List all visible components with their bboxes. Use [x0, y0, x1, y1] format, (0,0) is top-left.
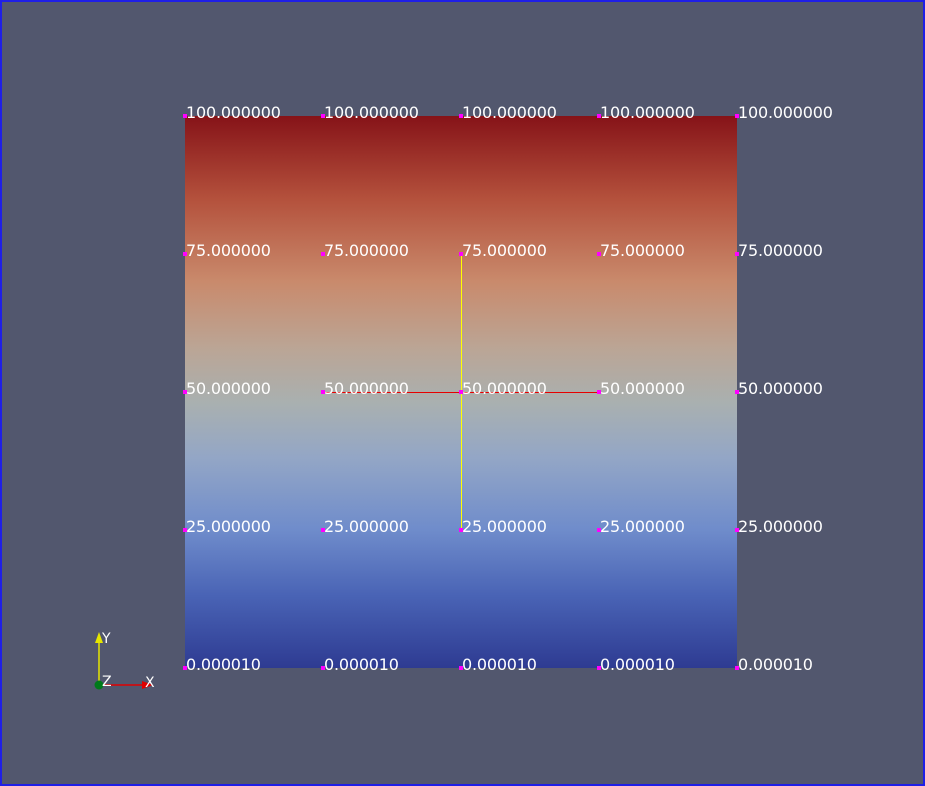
node-value-label: 75.000000 — [324, 241, 409, 260]
node-value-label: 75.000000 — [738, 241, 823, 260]
node-value-label: 100.000000 — [186, 103, 281, 122]
node-value-label: 0.000010 — [600, 655, 675, 674]
node-value-label: 0.000010 — [186, 655, 261, 674]
axis-z-label: Z — [102, 674, 112, 690]
node-value-label: 25.000000 — [186, 517, 271, 536]
node-value-label: 100.000000 — [738, 103, 833, 122]
node-value-label: 25.000000 — [738, 517, 823, 536]
node-value-label: 50.000000 — [462, 379, 547, 398]
node-value-label: 25.000000 — [324, 517, 409, 536]
node-value-label: 100.000000 — [462, 103, 557, 122]
node-value-label: 50.000000 — [600, 379, 685, 398]
node-value-label: 25.000000 — [462, 517, 547, 536]
render-viewport[interactable]: 100.000000 100.000000 100.000000 100.000000… — [0, 0, 925, 786]
node-value-label: 75.000000 — [186, 241, 271, 260]
node-value-label: 25.000000 — [600, 517, 685, 536]
axis-y-label: Y — [102, 631, 111, 647]
node-value-label: 0.000010 — [738, 655, 813, 674]
axis-x-label: X — [145, 675, 155, 691]
node-value-label: 100.000000 — [324, 103, 419, 122]
node-value-label: 0.000010 — [462, 655, 537, 674]
node-value-label: 50.000000 — [738, 379, 823, 398]
node-value-label: 75.000000 — [600, 241, 685, 260]
node-value-label: 50.000000 — [186, 379, 271, 398]
node-value-label: 0.000010 — [324, 655, 399, 674]
node-value-label: 50.000000 — [324, 379, 409, 398]
node-value-label: 100.000000 — [600, 103, 695, 122]
node-value-label: 75.000000 — [462, 241, 547, 260]
